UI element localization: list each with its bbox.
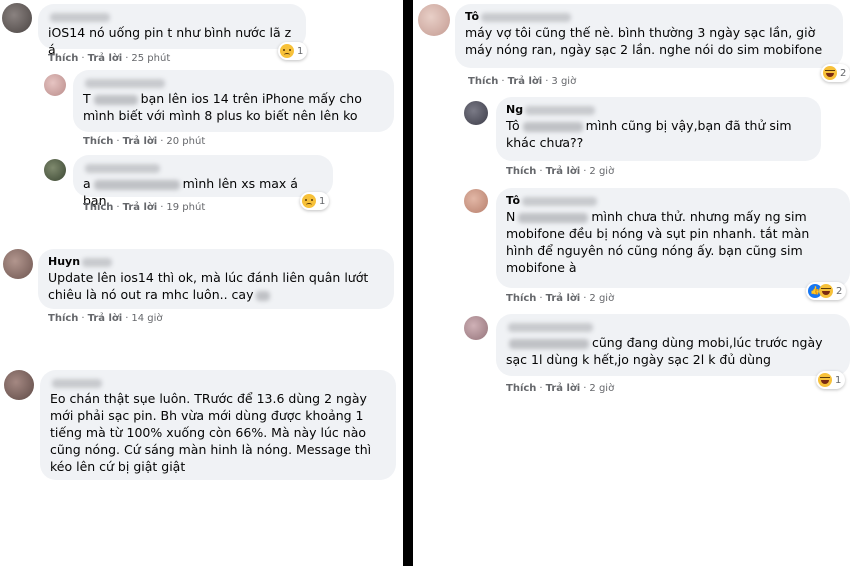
comment-actions: Thích · Trả lời · 2 giờ [506, 293, 615, 304]
timestamp[interactable]: 3 giờ [551, 76, 576, 87]
like-link[interactable]: Thích [48, 53, 78, 64]
comment-text: cũng đang dùng mobi,lúc trước ngày sạc 1… [506, 335, 823, 367]
mention[interactable]: a [83, 176, 91, 191]
reaction-count: 1 [319, 195, 326, 207]
reaction-badge[interactable]: 1 [816, 371, 846, 389]
comment-bubble: Eo chán thật sụe luôn. TRước để 13.6 dùn… [40, 370, 396, 480]
comment-actions: Thích · Trả lời · 2 giờ [506, 383, 615, 394]
reaction-count: 2 [836, 285, 843, 297]
avatar[interactable] [3, 249, 33, 279]
comment-actions: Thích · Trả lời · 20 phút [83, 136, 206, 147]
commenter-name[interactable]: Tô [465, 10, 833, 24]
like-link[interactable]: Thích [48, 313, 78, 324]
timestamp[interactable]: 19 phút [166, 202, 205, 213]
sad-reaction-icon [280, 44, 294, 58]
like-link[interactable]: Thích [506, 293, 536, 304]
reply-link[interactable]: Trả lời [546, 293, 581, 304]
timestamp[interactable]: 25 phút [131, 53, 170, 64]
reaction-badge[interactable]: 2 [821, 64, 850, 82]
timestamp[interactable]: 14 giờ [131, 313, 162, 324]
reaction-badge[interactable]: 1 [278, 42, 308, 60]
comment-actions: Thích · Trả lời · 19 phút [83, 202, 206, 213]
comment-bubble: Tô Nmình chưa thử. nhưng mấy ng sim mobi… [496, 188, 850, 288]
haha-reaction-icon [823, 66, 837, 80]
comment-bubble: Tbạn lên ios 14 trên iPhone mấy cho mình… [73, 70, 394, 132]
avatar[interactable] [44, 159, 66, 181]
comment-text: Nmình chưa thử. nhưng mấy ng sim mobifon… [506, 209, 810, 275]
reply-link[interactable]: Trả lời [508, 76, 543, 87]
right-comment-panel: Tô máy vợ tôi cũng thế nè. bình thường 3… [413, 0, 850, 566]
comment-text: máy vợ tôi cũng thế nè. bình thường 3 ng… [465, 25, 823, 57]
reply-link[interactable]: Trả lời [88, 313, 123, 324]
reaction-count: 1 [835, 374, 842, 386]
comment-text: Tbạn lên ios 14 trên iPhone mấy cho mình… [83, 91, 362, 123]
comment-text: Eo chán thật sụe luôn. TRước để 13.6 dùn… [50, 391, 372, 474]
mention[interactable]: Tô [506, 118, 520, 133]
commenter-name[interactable]: Huyn [48, 255, 384, 269]
like-link[interactable]: Thích [506, 383, 536, 394]
reply-link[interactable]: Trả lời [546, 383, 581, 394]
comment-bubble: cũng đang dùng mobi,lúc trước ngày sạc 1… [496, 314, 850, 376]
comment-actions: Thích · Trả lời · 3 giờ [468, 76, 577, 87]
commenter-name[interactable] [48, 10, 296, 24]
haha-reaction-icon [818, 373, 832, 387]
commenter-name[interactable] [83, 161, 323, 175]
avatar[interactable] [4, 370, 34, 400]
commenter-name[interactable] [506, 320, 840, 334]
mention[interactable]: N [506, 209, 515, 224]
timestamp[interactable]: 20 phút [166, 136, 205, 147]
comment-bubble: iOS14 nó uống pin t như bình nước lã z á [38, 4, 306, 57]
reaction-badge[interactable]: 👍 2 [806, 282, 847, 300]
like-link[interactable]: Thích [83, 202, 113, 213]
comment-bubble: a mình lên xs max á bạn [73, 155, 333, 208]
mention[interactable]: T [83, 91, 91, 106]
reaction-count: 2 [840, 67, 847, 79]
like-link[interactable]: Thích [468, 76, 498, 87]
commenter-name[interactable]: Ng [506, 103, 811, 117]
reply-link[interactable]: Trả lời [123, 202, 158, 213]
commenter-name[interactable] [83, 76, 384, 90]
reaction-badge[interactable]: 1 [300, 192, 330, 210]
comment-bubble: Tô máy vợ tôi cũng thế nè. bình thường 3… [455, 4, 843, 68]
comment-text: Update lên ios14 thì ok, mà lúc đánh liê… [48, 270, 369, 302]
timestamp[interactable]: 2 giờ [589, 166, 614, 177]
avatar[interactable] [464, 189, 488, 213]
reply-link[interactable]: Trả lời [546, 166, 581, 177]
reaction-count: 1 [297, 45, 304, 57]
commenter-name[interactable]: Tô [506, 194, 840, 208]
comment-actions: Thích · Trả lời · 2 giờ [506, 166, 615, 177]
reply-link[interactable]: Trả lời [123, 136, 158, 147]
comment-actions: Thích · Trả lời · 14 giờ [48, 313, 163, 324]
panel-divider [403, 0, 413, 566]
avatar[interactable] [44, 74, 66, 96]
comment-actions: Thích · Trả lời · 25 phút [48, 53, 171, 64]
comment-bubble: Huyn Update lên ios14 thì ok, mà lúc đán… [38, 249, 394, 309]
left-comment-panel: iOS14 nó uống pin t như bình nước lã z á… [0, 0, 403, 566]
commenter-name[interactable] [50, 376, 386, 390]
avatar[interactable] [2, 3, 32, 33]
avatar[interactable] [464, 316, 488, 340]
timestamp[interactable]: 2 giờ [589, 293, 614, 304]
sad-reaction-icon [302, 194, 316, 208]
avatar[interactable] [418, 4, 450, 36]
comment-bubble: Ng Tô mình cũng bị vậy,bạn đã thử sim khá… [496, 97, 821, 161]
reply-link[interactable]: Trả lời [88, 53, 123, 64]
like-link[interactable]: Thích [506, 166, 536, 177]
like-link[interactable]: Thích [83, 136, 113, 147]
comment-text: Tô mình cũng bị vậy,bạn đã thử sim khác c… [506, 118, 792, 150]
avatar[interactable] [464, 101, 488, 125]
haha-reaction-icon [819, 284, 833, 298]
timestamp[interactable]: 2 giờ [589, 383, 614, 394]
